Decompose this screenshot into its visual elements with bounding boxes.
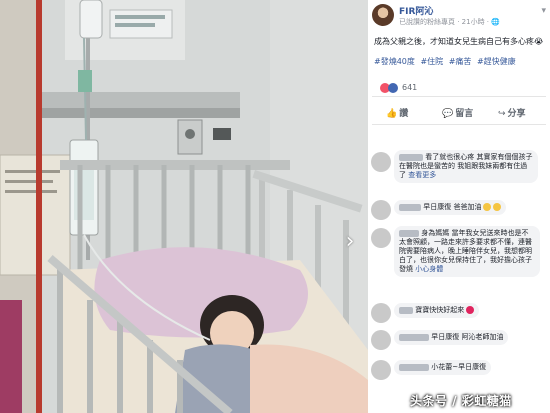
commenter-avatar[interactable] [371, 200, 391, 220]
commenter-name-redacted[interactable] [399, 203, 421, 211]
author-avatar[interactable] [372, 4, 394, 26]
comment-bubble: 身為媽媽 當年我女兒送來時也是不太會照顧，一路走來許多要求都不懂，連醫院需要陪病… [394, 226, 540, 277]
comment-icon: 💬 [442, 109, 454, 119]
share-button[interactable]: ↪ 分享 [498, 106, 526, 119]
commenter-avatar[interactable] [371, 228, 391, 248]
comment-button[interactable]: 💬 留言 [442, 106, 473, 119]
muscle-emoji-icon [483, 203, 492, 211]
commenter-name-redacted[interactable] [399, 363, 429, 371]
comment-text: 早日康復 阿沁老師加油 [431, 333, 504, 341]
comment-text: 小花蕾~早日康復 [431, 363, 487, 371]
post-meta: 已說讚的粉絲專頁 · 21小時 · 🌐 [399, 18, 500, 26]
comment-bubble: 早日康復 爸爸加油 [394, 200, 507, 215]
commenter-name-redacted[interactable] [399, 153, 423, 161]
hashtag-list: #發燒40度 #住院 #痛苦 #趕快健康 [374, 56, 546, 67]
see-more-link[interactable]: 查看更多 [408, 171, 436, 179]
heart-emoji-icon [466, 306, 475, 314]
commenter-avatar[interactable] [371, 303, 391, 323]
options-chevron-icon[interactable]: ▾ [541, 6, 546, 16]
commenter-name-redacted[interactable] [399, 306, 413, 314]
next-photo-chevron-icon[interactable]: › [339, 230, 361, 254]
share-icon: ↪ [498, 109, 506, 119]
comment-bubble: 小花蕾~早日康復 [394, 360, 492, 375]
source-watermark: 头条号 / 彩虹糖猫 [410, 394, 512, 408]
hashtag[interactable]: #痛苦 [449, 57, 472, 66]
post-text: 成為父親之後，才知道女兒生病自己有多心疼😭 [374, 37, 544, 46]
post-sidebar: FIR阿沁 已說讚的粉絲專頁 · 21小時 · 🌐 ▾ 成為父親之後，才知道女兒… [368, 0, 550, 413]
thumbs-up-icon: 👍 [386, 109, 398, 119]
commenter-name-redacted[interactable] [399, 229, 419, 237]
like-button[interactable]: 👍 讚 [386, 106, 408, 119]
hashtag[interactable]: #發燒40度 [374, 57, 415, 66]
comment-bubble: 看了就也很心疼 其實家有個個孩子在醫院也是蠻苦的 我姐跟我妹兩都有住過了 查看更… [394, 150, 538, 183]
hashtag[interactable]: #趕快健康 [477, 57, 516, 66]
post-photo[interactable]: › [0, 0, 368, 413]
action-bar: 👍 讚 💬 留言 ↪ 分享 [372, 102, 546, 125]
commenter-avatar[interactable] [371, 152, 391, 172]
like-reaction-icon [388, 83, 398, 93]
comment-bubble: 寶寶快快好起來 [394, 303, 480, 318]
hospital-scene-image [0, 0, 368, 413]
comment-bubble: 早日康復 阿沁老師加油 [394, 330, 509, 345]
post-header: FIR阿沁 已說讚的粉絲專頁 · 21小時 · 🌐 ▾ [372, 2, 548, 30]
reaction-count: 641 [402, 83, 418, 92]
commenter-avatar[interactable] [371, 330, 391, 350]
comment-text: 早日康復 爸爸加油 [423, 203, 482, 211]
comment-text: 寶寶快快好起來 [415, 306, 465, 314]
reaction-summary[interactable]: 641 [372, 80, 546, 97]
commenter-name-redacted[interactable] [399, 333, 429, 341]
author-name[interactable]: FIR阿沁 [399, 4, 433, 17]
hashtag[interactable]: #住院 [420, 57, 443, 66]
commenter-avatar[interactable] [371, 360, 391, 380]
see-more-link[interactable]: 小心身體 [415, 265, 443, 273]
muscle-emoji-icon [493, 203, 502, 211]
